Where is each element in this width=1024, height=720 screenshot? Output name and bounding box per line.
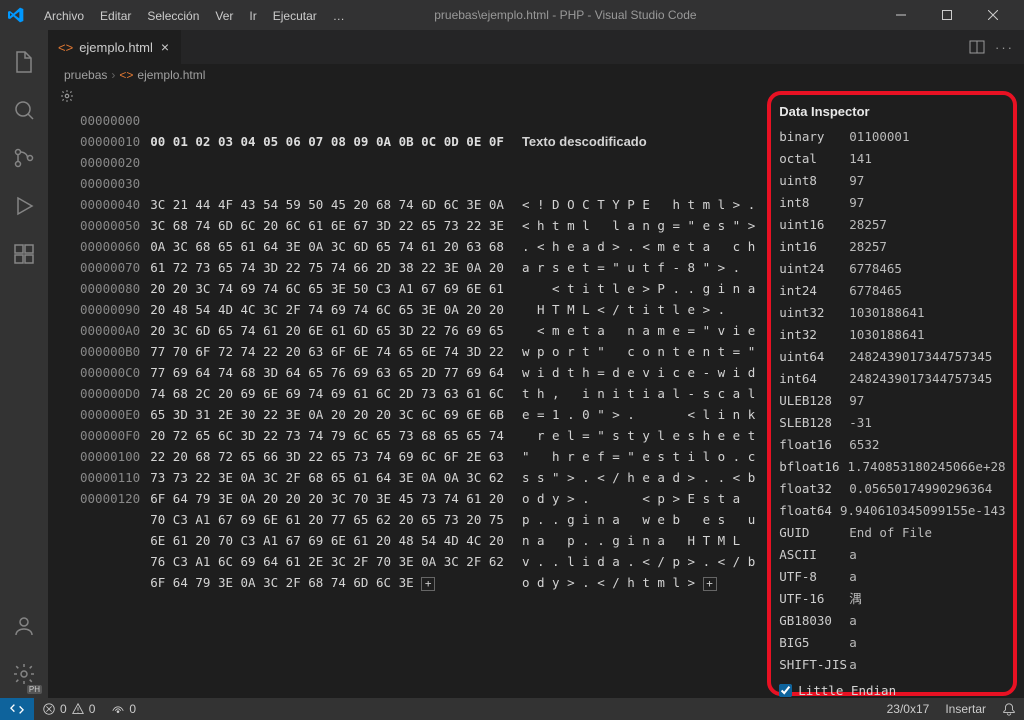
accounts-icon[interactable]: [0, 602, 48, 650]
source-control-icon[interactable]: [0, 134, 48, 182]
inspector-row[interactable]: octal141: [779, 148, 1005, 170]
extensions-icon[interactable]: [0, 230, 48, 278]
hex-editor[interactable]: 0000000000000010000000200000003000000040…: [48, 85, 1024, 698]
menu-item[interactable]: Selección: [139, 5, 207, 27]
bytes-column[interactable]: 00 01 02 03 04 05 06 07 08 09 0A 0B 0C 0…: [150, 89, 504, 698]
inspector-row[interactable]: float649.940610345099155e-143: [779, 500, 1005, 522]
little-endian-checkbox[interactable]: Little Endian: [779, 680, 1005, 698]
run-debug-icon[interactable]: [0, 182, 48, 230]
inspector-row[interactable]: BIG5a: [779, 632, 1005, 654]
inspector-row[interactable]: binary01100001: [779, 126, 1005, 148]
title-bar: ArchivoEditarSelecciónVerIrEjecutar… pru…: [0, 0, 1024, 30]
breadcrumb-folder[interactable]: pruebas: [64, 68, 107, 82]
inspector-row[interactable]: int321030188641: [779, 324, 1005, 346]
inspector-row[interactable]: UTF-8a: [779, 566, 1005, 588]
settings-gear-icon[interactable]: PH: [0, 650, 48, 698]
vscode-logo-icon: [8, 7, 24, 23]
breadcrumb-file[interactable]: ejemplo.html: [137, 68, 205, 82]
search-icon[interactable]: [0, 86, 48, 134]
html-file-icon: <>: [58, 40, 73, 55]
inspector-row[interactable]: uint1628257: [779, 214, 1005, 236]
insert-mode[interactable]: Insertar: [937, 702, 994, 716]
data-inspector-panel: Data Inspector binary01100001octal141uin…: [767, 91, 1017, 696]
notifications-icon[interactable]: [994, 702, 1024, 716]
inspector-row[interactable]: int642482439017344757345: [779, 368, 1005, 390]
inspector-row[interactable]: uint246778465: [779, 258, 1005, 280]
more-actions-icon[interactable]: ···: [995, 40, 1014, 55]
menu-item[interactable]: Archivo: [36, 5, 92, 27]
split-editor-icon[interactable]: [969, 39, 985, 55]
inspector-row[interactable]: uint321030188641: [779, 302, 1005, 324]
problems-indicator[interactable]: 0 0: [34, 702, 103, 716]
offsets-column: 0000000000000010000000200000003000000040…: [80, 89, 140, 698]
close-tab-icon[interactable]: ×: [159, 39, 171, 55]
inspector-row[interactable]: GB18030a: [779, 610, 1005, 632]
inspector-row[interactable]: GUIDEnd of File: [779, 522, 1005, 544]
maximize-button[interactable]: [924, 0, 970, 30]
add-byte-button[interactable]: +: [421, 577, 435, 591]
inspector-row[interactable]: ULEB12897: [779, 390, 1005, 412]
activity-bar: PH: [0, 30, 48, 698]
add-char-button[interactable]: +: [703, 577, 717, 591]
inspector-row[interactable]: uint897: [779, 170, 1005, 192]
decoded-header: Texto descodificado: [522, 131, 755, 152]
language-badge: PH: [27, 685, 42, 694]
inspector-row[interactable]: int1628257: [779, 236, 1005, 258]
settings-gear-icon[interactable]: [60, 89, 80, 698]
editor-area: <> ejemplo.html × ··· pruebas › <> ejemp…: [48, 30, 1024, 698]
breadcrumb[interactable]: pruebas › <> ejemplo.html: [48, 64, 1024, 85]
endian-checkbox[interactable]: [779, 684, 792, 697]
inspector-row[interactable]: ASCIIa: [779, 544, 1005, 566]
inspector-row[interactable]: UTF-16湡: [779, 588, 1005, 610]
inspector-row[interactable]: bfloat161.740853180245066e+28: [779, 456, 1005, 478]
window-controls: [878, 1, 1016, 30]
remote-indicator[interactable]: [0, 698, 34, 720]
window-title: pruebas\ejemplo.html - PHP - Visual Stud…: [257, 8, 874, 22]
tab-label: ejemplo.html: [79, 40, 153, 55]
menu-item[interactable]: Editar: [92, 5, 139, 27]
inspector-row[interactable]: int246778465: [779, 280, 1005, 302]
explorer-icon[interactable]: [0, 38, 48, 86]
decoded-column[interactable]: Texto descodificado < ! D O C T Y P E h …: [522, 89, 755, 698]
tab-bar: <> ejemplo.html × ···: [48, 30, 1024, 64]
inspector-title: Data Inspector: [779, 101, 1005, 122]
endian-label: Little Endian: [798, 680, 896, 698]
chevron-right-icon: ›: [111, 68, 115, 82]
inspector-row[interactable]: float166532: [779, 434, 1005, 456]
bytes-header: 00 01 02 03 04 05 06 07 08 09 0A 0B 0C 0…: [150, 131, 504, 152]
inspector-row[interactable]: SLEB128-31: [779, 412, 1005, 434]
inspector-row[interactable]: float320.05650174990296364: [779, 478, 1005, 500]
cursor-position[interactable]: 23/0x17: [879, 702, 938, 716]
tab-ejemplo-html[interactable]: <> ejemplo.html ×: [48, 30, 182, 64]
status-bar: 0 0 0 23/0x17 Insertar: [0, 698, 1024, 720]
close-button[interactable]: [970, 0, 1016, 30]
minimize-button[interactable]: [878, 0, 924, 30]
inspector-row[interactable]: SHIFT-JISa: [779, 654, 1005, 676]
menu-item[interactable]: Ver: [207, 5, 241, 27]
inspector-row[interactable]: uint642482439017344757345: [779, 346, 1005, 368]
inspector-row[interactable]: int897: [779, 192, 1005, 214]
ports-indicator[interactable]: 0: [103, 702, 144, 716]
html-file-icon: <>: [119, 68, 133, 82]
